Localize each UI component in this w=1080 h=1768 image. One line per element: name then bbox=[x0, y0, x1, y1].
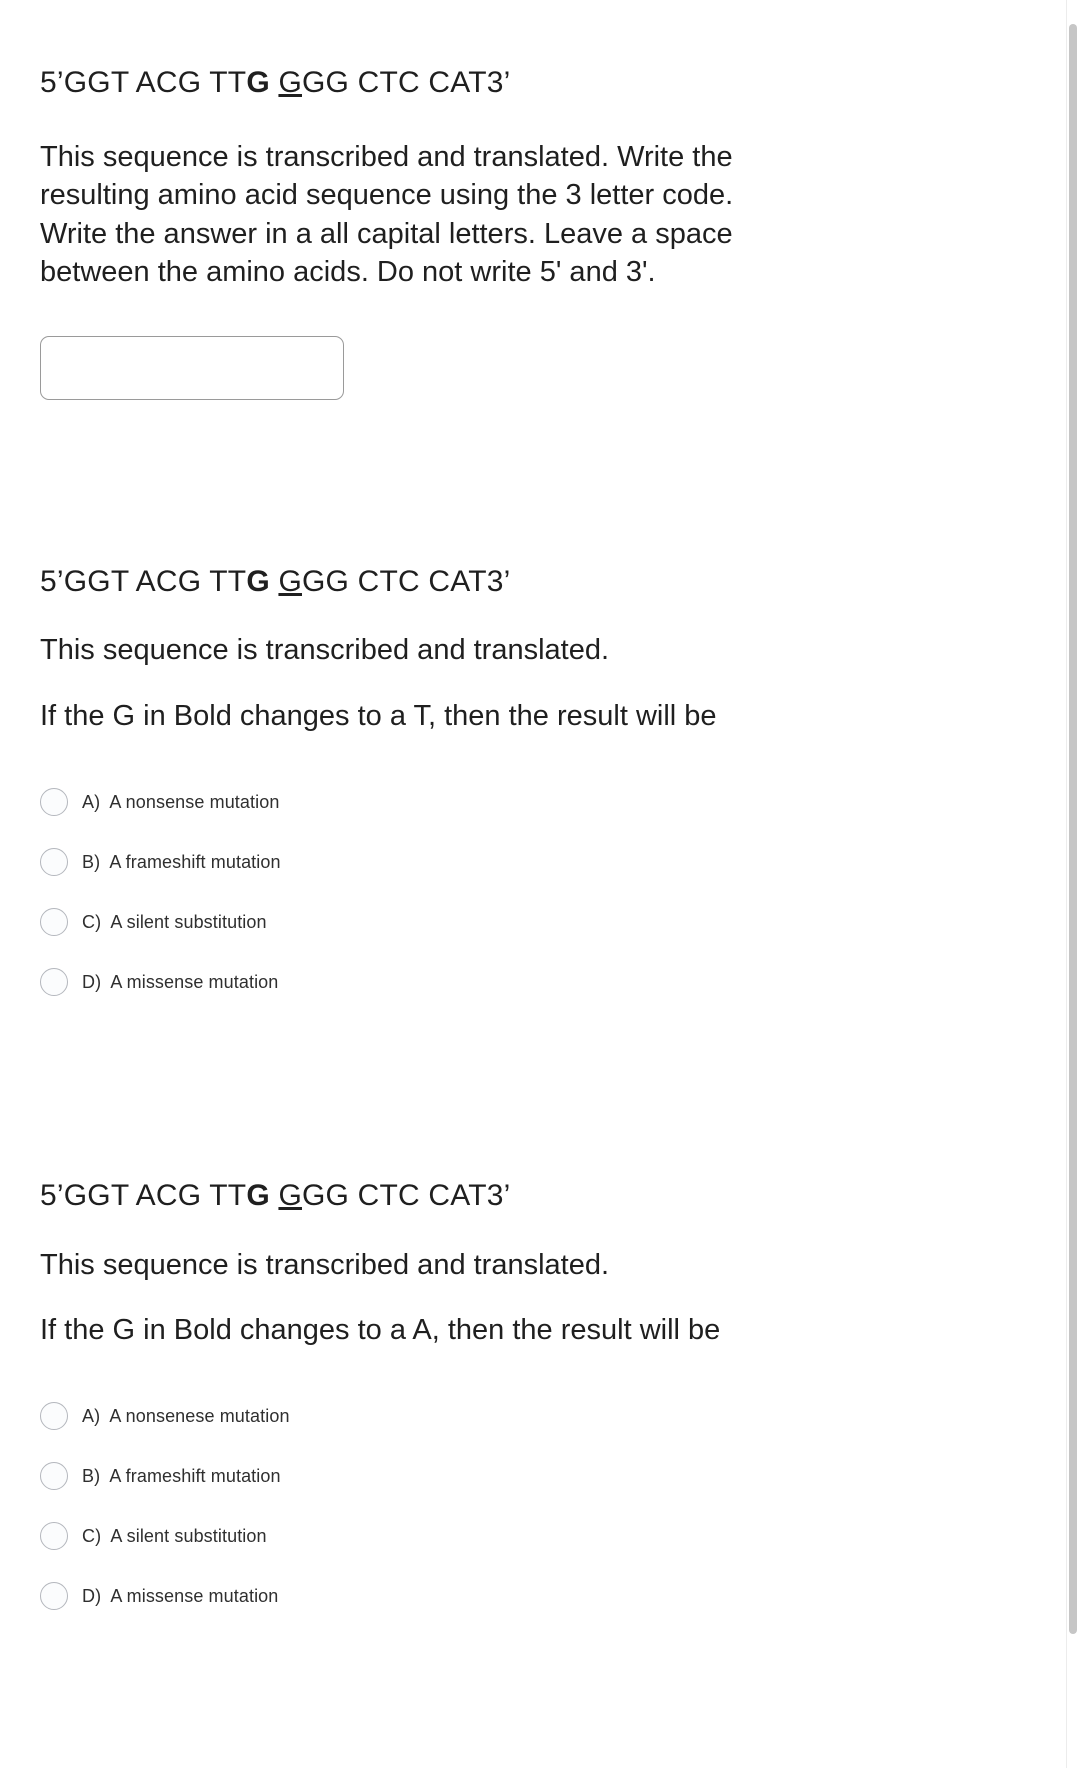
option-label: D) A missense mutation bbox=[82, 971, 279, 992]
options-list-3: A) A nonsenese mutation B) A frameshift … bbox=[40, 1399, 1020, 1613]
radio-icon[interactable] bbox=[40, 908, 68, 937]
radio-icon[interactable] bbox=[40, 848, 68, 877]
radio-icon[interactable] bbox=[40, 968, 68, 997]
answer-input-1[interactable] bbox=[40, 335, 344, 400]
sequence-suffix: GG CTC CAT3’ bbox=[301, 564, 511, 598]
sequence-bold-base: G bbox=[246, 564, 270, 598]
option-label: D) A missense mutation bbox=[82, 1585, 279, 1606]
sequence-bold-base: G bbox=[246, 66, 270, 99]
option-label: A) A nonsenese mutation bbox=[82, 1405, 290, 1426]
scrollbar-thumb[interactable] bbox=[1069, 24, 1077, 1634]
option-label: B) A frameshift mutation bbox=[82, 851, 281, 872]
sequence-bold-base: G bbox=[246, 1179, 270, 1213]
question-block-3: 5’GGT ACG TTG GGG CTC CAT3’ This sequenc… bbox=[40, 999, 1020, 1613]
option-row[interactable]: C) A silent substitution bbox=[40, 905, 1020, 939]
option-label: A) A nonsense mutation bbox=[82, 791, 280, 812]
question-block-1: 5’GGT ACG TTG GGG CTC CAT3’ This sequenc… bbox=[40, 0, 1020, 400]
sequence-suffix: GG CTC CAT3’ bbox=[301, 66, 511, 99]
radio-icon[interactable] bbox=[40, 1522, 68, 1550]
sequence-prefix: 5’GGT ACG TT bbox=[40, 66, 247, 99]
option-label: B) A frameshift mutation bbox=[82, 1465, 281, 1486]
option-row[interactable]: B) A frameshift mutation bbox=[40, 1459, 1020, 1493]
quiz-page: 5’GGT ACG TTG GGG CTC CAT3’ This sequenc… bbox=[0, 0, 1080, 1768]
radio-icon[interactable] bbox=[40, 1462, 68, 1490]
option-row[interactable]: D) A missense mutation bbox=[40, 965, 1020, 999]
sequence-underlined-base: G bbox=[278, 1179, 302, 1213]
dna-sequence-2: 5’GGT ACG TTG GGG CTC CAT3’ bbox=[40, 563, 1020, 601]
page-scrollbar[interactable] bbox=[1066, 0, 1080, 1768]
question-prompt-3-line2: If the G in Bold changes to a A, then th… bbox=[40, 1314, 721, 1347]
radio-icon[interactable] bbox=[40, 1582, 68, 1610]
dna-sequence-3: 5’GGT ACG TTG GGG CTC CAT3’ bbox=[40, 1177, 1020, 1215]
option-label: C) A silent substitution bbox=[82, 1525, 267, 1546]
sequence-prefix: 5’GGT ACG TT bbox=[40, 564, 247, 598]
option-row[interactable]: D) A missense mutation bbox=[40, 1579, 1020, 1613]
radio-icon[interactable] bbox=[40, 1402, 68, 1430]
question-prompt-2-line2: If the G in Bold changes to a T, then th… bbox=[40, 699, 717, 732]
question-block-2: 5’GGT ACG TTG GGG CTC CAT3’ This sequenc… bbox=[40, 400, 1020, 1000]
question-prompt-2-line1: This sequence is transcribed and transla… bbox=[40, 634, 610, 667]
sequence-suffix: GG CTC CAT3’ bbox=[301, 1179, 511, 1213]
option-label: C) A silent substitution bbox=[82, 911, 267, 932]
radio-icon[interactable] bbox=[40, 788, 68, 817]
quiz-content: 5’GGT ACG TTG GGG CTC CAT3’ This sequenc… bbox=[0, 0, 1060, 1613]
options-list-2: A) A nonsense mutation B) A frameshift m… bbox=[40, 785, 1020, 999]
sequence-prefix: 5’GGT ACG TT bbox=[40, 1179, 247, 1213]
option-row[interactable]: C) A silent substitution bbox=[40, 1519, 1020, 1553]
option-row[interactable]: A) A nonsenese mutation bbox=[40, 1399, 1020, 1433]
sequence-underlined-base: G bbox=[278, 564, 302, 598]
sequence-underlined-base: G bbox=[278, 66, 302, 99]
option-row[interactable]: A) A nonsense mutation bbox=[40, 785, 1020, 819]
question-prompt-3-line1: This sequence is transcribed and transla… bbox=[40, 1248, 610, 1281]
option-row[interactable]: B) A frameshift mutation bbox=[40, 845, 1020, 879]
dna-sequence-1: 5’GGT ACG TTG GGG CTC CAT3’ bbox=[40, 64, 1020, 102]
question-prompt-1: This sequence is transcribed and transla… bbox=[40, 140, 734, 289]
